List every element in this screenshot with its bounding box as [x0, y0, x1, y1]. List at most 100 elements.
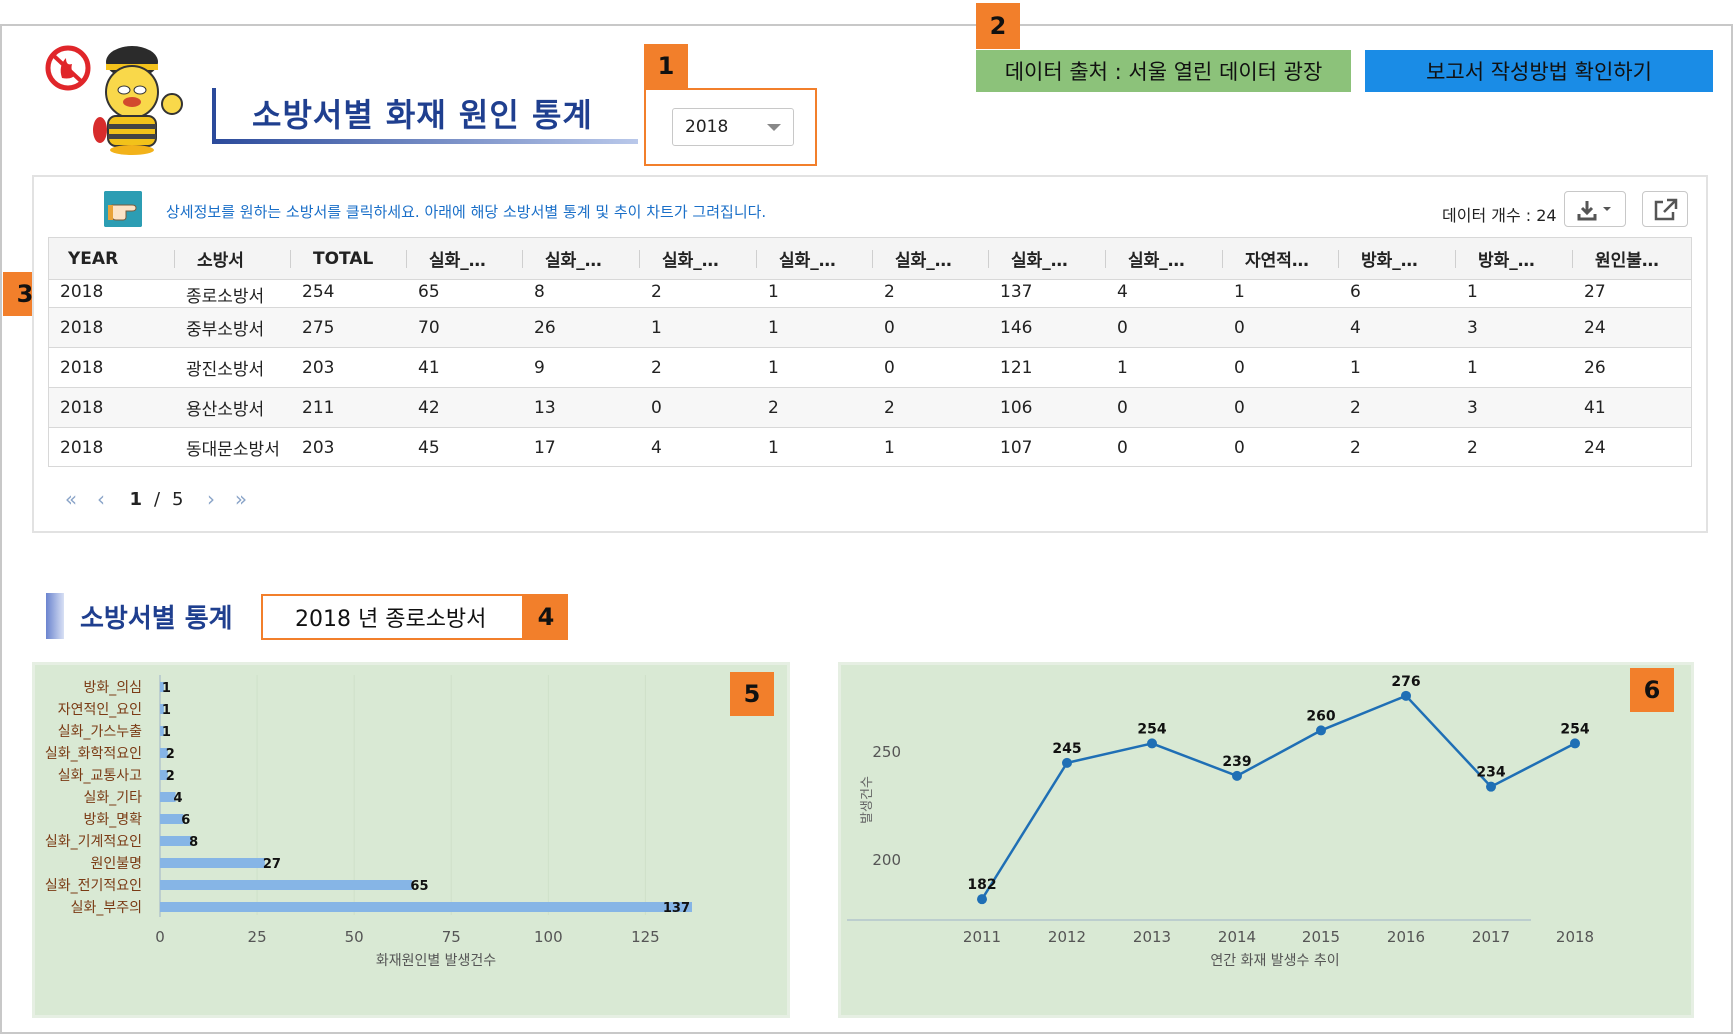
- data-point: [1147, 738, 1157, 749]
- data-point: [977, 894, 987, 905]
- total-pages: 5: [172, 488, 184, 510]
- table-cell: 26: [522, 307, 639, 348]
- column-header[interactable]: 방화_…: [1455, 237, 1572, 280]
- marker-5: 5: [730, 672, 774, 716]
- bar-value-label: 4: [174, 791, 183, 806]
- table-cell: 2018: [48, 347, 174, 388]
- bar-value-label: 1: [162, 703, 171, 718]
- pointing-hand-icon: [104, 191, 142, 227]
- x-tick-label: 125: [631, 928, 660, 946]
- prev-page-icon[interactable]: ‹: [86, 487, 116, 511]
- table-cell: 1: [756, 427, 872, 468]
- table-cell: 211: [290, 387, 406, 428]
- bar: [160, 880, 413, 890]
- category-label: 원인불명: [90, 856, 142, 872]
- marker-2: 2: [976, 3, 1020, 49]
- table-cell: 3: [1455, 387, 1572, 428]
- table-cell: 2018: [48, 427, 174, 468]
- table-cell: 0: [1222, 387, 1338, 428]
- table-cell: 1: [1222, 279, 1338, 308]
- category-label: 방화_명확: [83, 812, 142, 828]
- station-table-panel: 상세정보를 원하는 소방서를 클릭하세요. 아래에 해당 소방서별 통계 및 추…: [32, 175, 1708, 533]
- column-header[interactable]: 자연적…: [1222, 237, 1338, 280]
- column-header[interactable]: 실화_…: [756, 237, 872, 280]
- table-cell: 1: [1105, 347, 1222, 388]
- table-cell: 종로소방서: [174, 279, 290, 308]
- column-header-label: 실화_…: [545, 251, 602, 271]
- data-source-button[interactable]: 데이터 출처 : 서울 열린 데이터 광장: [976, 50, 1351, 92]
- table-cell: 0: [872, 307, 988, 348]
- table-cell: 2018: [48, 279, 174, 308]
- x-tick-label: 25: [248, 928, 267, 946]
- column-header[interactable]: 원인불…: [1572, 237, 1692, 280]
- first-page-icon[interactable]: «: [56, 487, 86, 511]
- column-header[interactable]: 실화_…: [406, 237, 522, 280]
- column-header[interactable]: TOTAL: [290, 237, 406, 280]
- bar-value-label: 137: [663, 901, 690, 916]
- table-cell: 0: [1105, 427, 1222, 468]
- table-cell: 13: [522, 387, 639, 428]
- column-separator: [1338, 250, 1339, 268]
- table-cell: 2018: [48, 307, 174, 348]
- table-cell: 137: [988, 279, 1105, 308]
- column-separator: [1572, 250, 1573, 268]
- data-label: 182: [967, 877, 996, 893]
- table-header-row: YEAR 소방서 TOTAL 실화_… 실화_… 실화_… 실화_… 실화_… 실화_… 실화_……: [48, 237, 1692, 280]
- category-label: 자연적인_요인: [58, 702, 142, 718]
- column-header[interactable]: 실화_…: [639, 237, 756, 280]
- last-page-icon[interactable]: »: [226, 487, 256, 511]
- section-bar: [46, 593, 64, 639]
- column-separator: [522, 250, 523, 268]
- x-axis-title: 연간 화재 발생수 추이: [1210, 953, 1339, 969]
- data-label: 234: [1476, 765, 1505, 781]
- table-cell: 0: [639, 387, 756, 428]
- column-header-label: 실화_…: [429, 251, 486, 271]
- table-cell: 2: [639, 347, 756, 388]
- y-tick-label: 250: [872, 743, 901, 761]
- download-button[interactable]: [1564, 191, 1626, 227]
- report-guide-button[interactable]: 보고서 작성방법 확인하기: [1365, 50, 1713, 92]
- plot-area: 182 2011 245 2012 254 2013 239 2014 260 2015 276 20…: [963, 674, 1594, 946]
- table-cell: 2: [872, 279, 988, 308]
- data-point: [1232, 770, 1242, 781]
- table-cell: 4: [1105, 279, 1222, 308]
- x-tick-label: 75: [442, 928, 461, 946]
- x-tick-label: 2015: [1302, 928, 1340, 946]
- column-header[interactable]: 실화_…: [522, 237, 639, 280]
- column-header[interactable]: 실화_…: [988, 237, 1105, 280]
- table-row[interactable]: 2018 동대문소방서 203 45 17 4 1 1 107 0 0 2 2 24: [48, 427, 1692, 468]
- table-cell: 1: [756, 279, 872, 308]
- table-cell: 26: [1572, 347, 1692, 388]
- bar-value-label: 27: [263, 857, 281, 872]
- column-header[interactable]: YEAR: [48, 237, 174, 280]
- table-row[interactable]: 2018 종로소방서 254 65 8 2 1 2 137 4 1 6 1 27: [48, 279, 1692, 308]
- column-separator: [988, 250, 989, 268]
- page-separator: /: [153, 488, 161, 510]
- column-header[interactable]: 소방서: [174, 237, 290, 280]
- column-header[interactable]: 방화_…: [1338, 237, 1455, 280]
- table-row[interactable]: 2018 광진소방서 203 41 9 2 1 0 121 1 0 1 1 26: [48, 347, 1692, 388]
- table-row[interactable]: 2018 중부소방서 275 70 26 1 1 0 146 0 0 4 3 24: [48, 307, 1692, 348]
- category-label: 실화_교통사고: [58, 768, 142, 784]
- table-cell: 1: [756, 347, 872, 388]
- table-cell: 1: [756, 307, 872, 348]
- table-cell: 2: [639, 279, 756, 308]
- column-header[interactable]: 실화_…: [1105, 237, 1222, 280]
- yearly-trend-chart-panel: 200 250 182 2011 245 2012 254 2013 239 2014 260 201…: [838, 662, 1694, 1018]
- year-select[interactable]: 2018: [672, 108, 794, 146]
- table-cell: 146: [988, 307, 1105, 348]
- column-header[interactable]: 실화_…: [872, 237, 988, 280]
- marker-4: 4: [524, 594, 568, 640]
- open-external-button[interactable]: [1642, 191, 1688, 227]
- table-cell: 65: [406, 279, 522, 308]
- table-cell: 1: [1338, 347, 1455, 388]
- table-row[interactable]: 2018 용산소방서 211 42 13 0 2 2 106 0 0 2 3 41: [48, 387, 1692, 428]
- table-cell: 0: [872, 347, 988, 388]
- data-label: 260: [1306, 708, 1335, 724]
- next-page-icon[interactable]: ›: [196, 487, 226, 511]
- column-header-label: 소방서: [197, 251, 244, 271]
- bar-value-label: 6: [181, 813, 190, 828]
- column-separator: [756, 250, 757, 268]
- column-header-label: TOTAL: [313, 248, 374, 269]
- column-separator: [1105, 250, 1106, 268]
